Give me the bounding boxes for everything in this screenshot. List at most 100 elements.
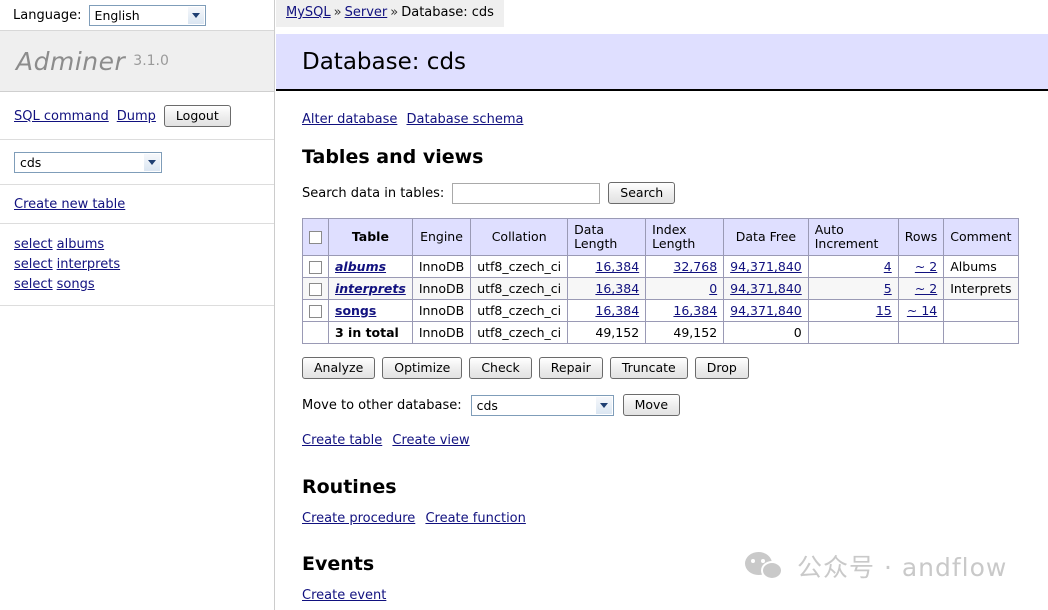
list-item: select interprets [14, 255, 274, 274]
auto-increment-link[interactable]: 5 [884, 281, 892, 296]
cell-data-length: 16,384 [568, 300, 646, 322]
routines-heading: Routines [302, 476, 1048, 498]
breadcrumb-separator: » [390, 5, 398, 20]
select-all-checkbox[interactable] [309, 231, 322, 244]
data-length-link[interactable]: 16,384 [595, 259, 639, 274]
table-header-row: Table Engine Collation Data Length Index… [303, 219, 1019, 256]
total-label: 3 in total [329, 322, 413, 344]
table-row: albums InnoDB utf8_czech_ci 16,384 32,76… [303, 256, 1019, 278]
create-event-link[interactable]: Create event [302, 588, 386, 603]
total-collation: utf8_czech_ci [471, 322, 568, 344]
language-select[interactable]: English [89, 5, 206, 26]
total-engine: InnoDB [412, 322, 470, 344]
create-procedure-link[interactable]: Create procedure [302, 511, 415, 526]
column-header-comment: Comment [944, 219, 1018, 256]
cell-auto-increment: 5 [808, 278, 898, 300]
language-bar: Language: English [0, 0, 274, 30]
brand-version: 3.1.0 [133, 53, 169, 69]
table-action-buttons: Analyze Optimize Check Repair Truncate D… [302, 357, 1048, 379]
row-checkbox[interactable] [309, 283, 322, 296]
repair-button[interactable]: Repair [539, 357, 603, 379]
table-link-songs[interactable]: songs [335, 303, 376, 318]
rows-link[interactable]: ~ 14 [907, 303, 937, 318]
events-heading: Events [302, 553, 1048, 575]
events-links: Create event [302, 588, 1048, 603]
row-checkbox[interactable] [309, 305, 322, 318]
table-head: Table Engine Collation Data Length Index… [303, 219, 1019, 256]
column-header-auto-increment: Auto Increment [808, 219, 898, 256]
auto-increment-link[interactable]: 4 [884, 259, 892, 274]
data-free-link[interactable]: 94,371,840 [730, 281, 802, 296]
data-length-link[interactable]: 16,384 [595, 281, 639, 296]
create-view-link[interactable]: Create view [392, 433, 469, 448]
sidebar-select-songs[interactable]: select [14, 277, 53, 292]
index-length-link[interactable]: 0 [709, 281, 717, 296]
move-label: Move to other database: [302, 398, 462, 413]
page-title: Database: cds [302, 49, 466, 75]
database-select[interactable]: cds [14, 152, 162, 173]
database-schema-link[interactable]: Database schema [407, 112, 524, 127]
drop-button[interactable]: Drop [695, 357, 749, 379]
move-database-select[interactable]: cds [471, 395, 614, 416]
cell-collation: utf8_czech_ci [471, 300, 568, 322]
move-button[interactable]: Move [623, 394, 681, 416]
sidebar-select-interprets[interactable]: select [14, 257, 53, 272]
column-header-rows: Rows [898, 219, 944, 256]
column-header-table: Table [329, 219, 413, 256]
rows-link[interactable]: ~ 2 [915, 259, 937, 274]
database-links: Alter database Database schema [302, 91, 1048, 127]
sidebar-item-albums[interactable]: albums [57, 237, 105, 252]
index-length-link[interactable]: 32,768 [673, 259, 717, 274]
check-button[interactable]: Check [469, 357, 531, 379]
sql-command-link[interactable]: SQL command [14, 109, 109, 124]
total-comment [944, 322, 1018, 344]
column-header-data-length: Data Length [568, 219, 646, 256]
sidebar: Language: English Adminer 3.1.0 SQL comm… [0, 0, 275, 610]
row-checkbox[interactable] [309, 261, 322, 274]
cell-collation: utf8_czech_ci [471, 278, 568, 300]
search-button[interactable]: Search [608, 182, 675, 204]
breadcrumb-server[interactable]: Server [345, 5, 388, 20]
optimize-button[interactable]: Optimize [382, 357, 462, 379]
auto-increment-link[interactable]: 15 [876, 303, 892, 318]
search-input[interactable] [452, 183, 600, 204]
list-item: select albums [14, 235, 274, 254]
data-free-link[interactable]: 94,371,840 [730, 259, 802, 274]
breadcrumb-mysql[interactable]: MySQL [286, 5, 331, 20]
adminer-page: Language: English Adminer 3.1.0 SQL comm… [0, 0, 1048, 610]
row-select-cell [303, 278, 329, 300]
alter-database-link[interactable]: Alter database [302, 112, 397, 127]
content-body: Alter database Database schema Tables an… [276, 91, 1048, 603]
cell-table-name: songs [329, 300, 413, 322]
create-function-link[interactable]: Create function [425, 511, 525, 526]
rows-link[interactable]: ~ 2 [915, 281, 937, 296]
create-table-link[interactable]: Create table [302, 433, 382, 448]
data-free-link[interactable]: 94,371,840 [730, 303, 802, 318]
index-length-link[interactable]: 16,384 [673, 303, 717, 318]
table-link-interprets[interactable]: interprets [335, 281, 406, 296]
breadcrumb-current: Database: cds [401, 5, 494, 20]
breadcrumb: MySQL»Server»Database: cds [276, 0, 504, 27]
chevron-down-icon [187, 7, 204, 24]
cell-data-free: 94,371,840 [724, 256, 809, 278]
routines-links: Create procedure Create function [302, 511, 1048, 526]
cell-table-name: interprets [329, 278, 413, 300]
logout-button[interactable]: Logout [164, 105, 231, 127]
data-length-link[interactable]: 16,384 [595, 303, 639, 318]
sidebar-item-songs[interactable]: songs [57, 277, 95, 292]
table-body: albums InnoDB utf8_czech_ci 16,384 32,76… [303, 256, 1019, 344]
truncate-button[interactable]: Truncate [610, 357, 688, 379]
total-data-free: 0 [724, 322, 809, 344]
table-link-albums[interactable]: albums [335, 259, 386, 274]
create-new-table-link[interactable]: Create new table [14, 197, 125, 212]
brand: Adminer 3.1.0 [0, 30, 274, 92]
dump-link[interactable]: Dump [117, 109, 156, 124]
sidebar-select-albums[interactable]: select [14, 237, 53, 252]
sidebar-item-interprets[interactable]: interprets [57, 257, 120, 272]
analyze-button[interactable]: Analyze [302, 357, 375, 379]
list-item: select songs [14, 275, 274, 294]
table-row: songs InnoDB utf8_czech_ci 16,384 16,384… [303, 300, 1019, 322]
cell-auto-increment: 15 [808, 300, 898, 322]
column-header-collation: Collation [471, 219, 568, 256]
cell-index-length: 32,768 [646, 256, 724, 278]
